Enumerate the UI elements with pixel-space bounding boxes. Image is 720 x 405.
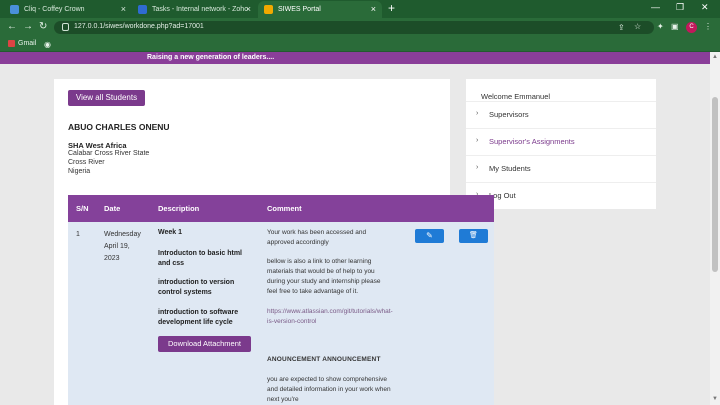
- welcome-text: Welcome Emmanuel: [481, 92, 551, 101]
- column-header-date: Date: [104, 204, 121, 213]
- profile-avatar[interactable]: C: [686, 22, 697, 33]
- back-icon[interactable]: ←: [7, 21, 17, 32]
- close-tab-icon[interactable]: ×: [246, 4, 251, 14]
- browser-tabstrip: Cliq - Coffey Crown × Tasks - Internal n…: [0, 0, 720, 18]
- sidebar-item-label: Supervisor's Assignments: [489, 137, 575, 146]
- topic-line: introduction to software: [158, 309, 239, 316]
- topic-line: introduction to version: [158, 279, 235, 286]
- site-tagline: Raising a new generation of leaders....: [147, 54, 275, 61]
- close-tab-icon[interactable]: ×: [121, 4, 126, 14]
- page-scrollbar[interactable]: ▲ ▼: [710, 52, 720, 405]
- browser-menu-icon[interactable]: ⋮: [704, 22, 712, 31]
- table-header: S/N Date Description Comment: [68, 195, 494, 222]
- edit-button[interactable]: ✎: [415, 229, 444, 243]
- column-header-description: Description: [158, 204, 200, 213]
- comment-line: and detailed information in your work wh…: [267, 386, 391, 393]
- extensions-icon[interactable]: ✦: [657, 22, 664, 31]
- scrollbar-thumb[interactable]: [712, 97, 718, 272]
- zoho-favicon-icon: [138, 5, 147, 14]
- topic-line: development life cycle: [158, 319, 233, 326]
- comment-line: feel free to take advantage of it.: [267, 288, 359, 295]
- reload-icon[interactable]: ↻: [39, 21, 47, 32]
- tab-title: Tasks - Internal network - Zoho: [152, 6, 249, 13]
- sidebar-item-my-students[interactable]: › My Students: [466, 155, 656, 181]
- scroll-down-icon[interactable]: ▼: [712, 396, 718, 402]
- browser-tab-zoho[interactable]: Tasks - Internal network - Zoho ×: [132, 1, 257, 18]
- site-info-icon[interactable]: [62, 23, 69, 31]
- close-tab-icon[interactable]: ×: [371, 4, 376, 14]
- bookmarks-bar: Gmail ◉: [0, 37, 720, 52]
- maximize-icon[interactable]: ❐: [676, 2, 684, 13]
- comment-line: materials that would be of help to you: [267, 268, 375, 275]
- sidebar-item-label: Supervisors: [489, 110, 529, 119]
- delete-button[interactable]: 🗑: [459, 229, 488, 243]
- topic-line: and css: [158, 260, 185, 267]
- view-all-students-button[interactable]: View all Students: [68, 90, 145, 106]
- bookmark-gmail[interactable]: Gmail: [8, 40, 36, 47]
- chevron-right-icon: ›: [476, 110, 479, 117]
- workdone-table: S/N Date Description Comment 1 Wednesday…: [68, 195, 494, 405]
- url-text: 127.0.0.1/siwes/workdone.php?ad=17001: [74, 23, 204, 30]
- address-line: Cross River: [68, 159, 105, 166]
- cliq-favicon-icon: [10, 5, 19, 14]
- resource-link[interactable]: is-version-control: [267, 317, 405, 327]
- comment-line: next you're: [267, 396, 299, 403]
- download-attachment-button[interactable]: Download Attachment: [158, 336, 251, 352]
- header-band: Raising a new generation of leaders....: [0, 52, 710, 64]
- comment-announcement: ANOUNCEMENT ANNOUNCEMENT: [267, 356, 381, 363]
- chevron-right-icon: ›: [476, 137, 479, 144]
- share-icon[interactable]: ⇪: [618, 23, 625, 32]
- sidebar-item-logout[interactable]: › Log Out: [466, 182, 656, 208]
- forward-icon[interactable]: →: [23, 21, 33, 32]
- browser-tab-cliq[interactable]: Cliq - Coffey Crown ×: [4, 1, 132, 18]
- browser-tab-siwes[interactable]: SIWES Portal ×: [258, 1, 382, 18]
- student-name: ABUO CHARLES ONENU: [68, 122, 170, 132]
- tab-title: SIWES Portal: [278, 6, 321, 13]
- globe-bookmark-icon[interactable]: ◉: [44, 40, 51, 49]
- browser-toolbar: ← → ↻ 127.0.0.1/siwes/workdone.php?ad=17…: [0, 18, 720, 37]
- row-date-year: 2023: [104, 255, 120, 262]
- row-week: Week 1: [158, 229, 182, 236]
- tab-title: Cliq - Coffey Crown: [24, 6, 85, 13]
- row-sn: 1: [76, 231, 80, 238]
- column-header-comment: Comment: [267, 204, 302, 213]
- address-bar[interactable]: 127.0.0.1/siwes/workdone.php?ad=17001 ⇪ …: [54, 21, 654, 34]
- chevron-right-icon: ›: [476, 164, 479, 171]
- resource-link[interactable]: https://www.atlassian.com/git/tutorials/…: [267, 307, 405, 317]
- scroll-up-icon[interactable]: ▲: [712, 54, 718, 60]
- gmail-icon: [8, 40, 15, 47]
- trash-icon: 🗑: [469, 232, 478, 239]
- address-line: Nigeria: [68, 168, 91, 175]
- column-header-sn: S/N: [76, 204, 89, 213]
- bookmark-label: Gmail: [18, 40, 37, 47]
- sidebar-item-assignments[interactable]: › Supervisor's Assignments: [466, 128, 656, 154]
- minimize-icon[interactable]: —: [651, 2, 660, 12]
- sidebar-item-supervisors[interactable]: › Supervisors: [466, 101, 656, 127]
- comment-line: bellow is also a link to other learning: [267, 258, 372, 265]
- row-date-month: April 19,: [104, 243, 130, 250]
- sidebar-menu: Welcome Emmanuel › Supervisors › Supervi…: [466, 79, 656, 209]
- bookmark-star-icon[interactable]: ☆: [634, 22, 641, 31]
- sidepanel-icon[interactable]: ▣: [671, 22, 679, 31]
- company-name: SHA West Africa: [68, 141, 127, 150]
- comment-line: you are expected to show comprehensive: [267, 376, 387, 383]
- topic-line: Introducton to basic html: [158, 250, 242, 257]
- comment-line: approved accordingly: [267, 239, 329, 246]
- window-close-icon[interactable]: ✕: [701, 2, 709, 13]
- address-line: Calabar Cross River State: [68, 150, 150, 157]
- new-tab-button[interactable]: +: [388, 1, 395, 15]
- siwes-favicon-icon: [264, 5, 273, 14]
- topic-line: control systems: [158, 289, 212, 296]
- comment-line: Your work has been accessed and: [267, 229, 367, 236]
- sidebar-item-label: My Students: [489, 164, 531, 173]
- comment-line: during your study and internship please: [267, 278, 381, 285]
- row-date-day: Wednesday: [104, 231, 141, 238]
- edit-icon: ✎: [426, 231, 433, 240]
